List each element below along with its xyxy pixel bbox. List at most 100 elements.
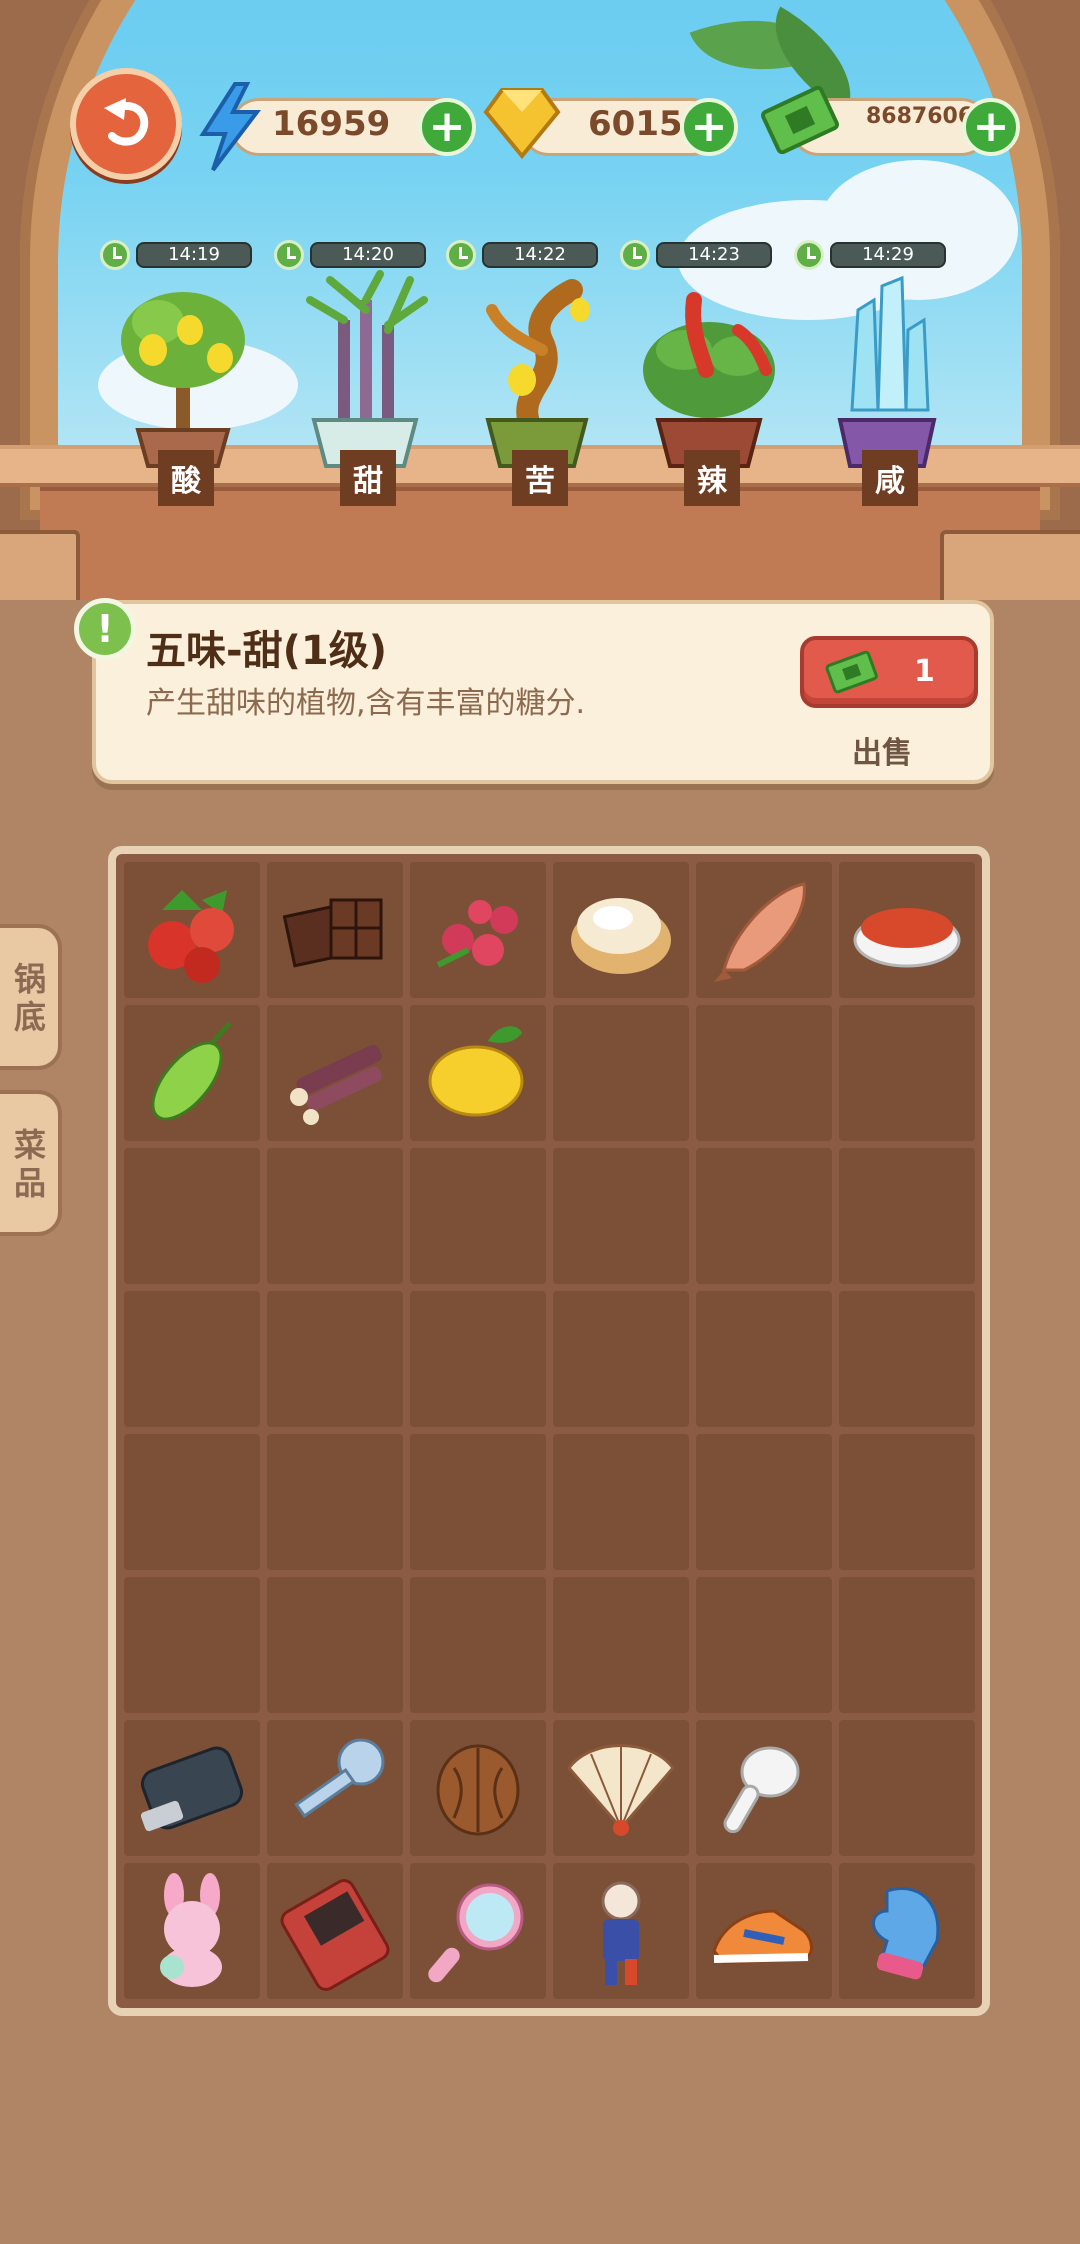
inventory-slot[interactable]: [124, 1434, 260, 1570]
plant-spicy[interactable]: 辣: [634, 270, 784, 510]
inventory-slot[interactable]: [696, 1148, 832, 1284]
plant-bitter[interactable]: 苦: [462, 270, 612, 510]
inventory-slot[interactable]: [410, 862, 546, 998]
chocolate-icon: [282, 898, 383, 968]
clock-icon: [794, 240, 824, 270]
sugarcane-icon: [290, 1044, 382, 1125]
plant-sweet[interactable]: 甜: [290, 270, 440, 510]
timer-value: 14:23: [656, 242, 772, 268]
inventory-slot[interactable]: [267, 1863, 403, 1999]
inventory-slot[interactable]: [410, 1720, 546, 1856]
inventory-slot[interactable]: [267, 1291, 403, 1427]
inventory-slot[interactable]: [553, 1148, 689, 1284]
inventory-slot[interactable]: [410, 1577, 546, 1713]
crate: [940, 530, 1080, 600]
dried-fish-icon: [714, 882, 806, 982]
inventory-slot[interactable]: [839, 862, 975, 998]
timer-value: 14:19: [136, 242, 252, 268]
timer-value: 14:22: [482, 242, 598, 268]
inventory-slot[interactable]: [696, 1863, 832, 1999]
inventory-slot[interactable]: [124, 1577, 260, 1713]
bitter-melon-icon: [151, 1021, 232, 1121]
plant-sour[interactable]: 酸: [108, 270, 258, 510]
tab-label: 品: [14, 1164, 47, 1202]
plant-salty[interactable]: 咸: [812, 270, 962, 510]
add-gems-button[interactable]: +: [680, 98, 738, 156]
chili-powder-icon: [853, 908, 961, 968]
inventory-slot[interactable]: [410, 1291, 546, 1427]
sell-button[interactable]: 1: [800, 636, 978, 708]
inventory-slot[interactable]: [267, 1005, 403, 1141]
inventory-slot[interactable]: [410, 1434, 546, 1570]
inventory-slot[interactable]: [553, 1434, 689, 1570]
inventory-slot[interactable]: [839, 1148, 975, 1284]
timer-value: 14:29: [830, 242, 946, 268]
add-cash-button[interactable]: +: [962, 98, 1020, 156]
inventory-grid: [108, 846, 990, 2016]
key-icon: [294, 1738, 385, 1819]
inventory-slot[interactable]: [267, 1148, 403, 1284]
inventory-slot[interactable]: [124, 1005, 260, 1141]
inventory-slot[interactable]: [267, 1434, 403, 1570]
cream-puff-icon: [571, 898, 671, 974]
inventory-slot[interactable]: [839, 1720, 975, 1856]
inventory-slot[interactable]: [124, 1291, 260, 1427]
car-key-fob-icon: [140, 1746, 244, 1832]
inventory-slot[interactable]: [696, 1291, 832, 1427]
handheld-game-icon: [280, 1879, 390, 1991]
tab-label: 底: [14, 998, 47, 1036]
plant-label: 咸: [862, 450, 918, 506]
inventory-slot[interactable]: [267, 1720, 403, 1856]
inventory-slot[interactable]: [553, 1720, 689, 1856]
clock-icon: [446, 240, 476, 270]
tab-pot-base[interactable]: 锅 底: [0, 924, 62, 1070]
inventory-slot[interactable]: [553, 1005, 689, 1141]
inventory-slot[interactable]: [410, 1005, 546, 1141]
exclamation-icon: !: [74, 598, 136, 660]
sell-price: 1: [914, 654, 935, 689]
inventory-slot[interactable]: [124, 1720, 260, 1856]
inventory-slot[interactable]: [839, 1005, 975, 1141]
inventory-slot[interactable]: [124, 1863, 260, 1999]
mitten-icon: [872, 1886, 940, 1980]
inventory-slot[interactable]: [553, 1863, 689, 1999]
inventory-slot[interactable]: [124, 862, 260, 998]
inventory-slot[interactable]: [839, 1863, 975, 1999]
inventory-slot[interactable]: [267, 1577, 403, 1713]
gem-icon: [483, 88, 561, 160]
inventory-slot[interactable]: [553, 862, 689, 998]
earbud-icon: [723, 1746, 800, 1834]
back-button[interactable]: [70, 68, 182, 180]
timer-value: 14:20: [310, 242, 426, 268]
plant-label: 酸: [158, 450, 214, 506]
cash-icon: [761, 85, 839, 155]
inventory-slot[interactable]: [839, 1291, 975, 1427]
bitter-tree-icon: [485, 279, 590, 468]
add-energy-button[interactable]: +: [418, 98, 476, 156]
inventory-slot[interactable]: [696, 862, 832, 998]
inventory-slot[interactable]: [410, 1863, 546, 1999]
plant-label: 甜: [340, 450, 396, 506]
inventory-slot[interactable]: [696, 1434, 832, 1570]
inventory-slot[interactable]: [553, 1577, 689, 1713]
tab-label: 锅: [14, 960, 47, 998]
energy-value: 16959: [272, 104, 391, 144]
undo-arrow-icon: [104, 98, 149, 146]
plush-bunny-icon: [160, 1873, 222, 1987]
inventory-slot[interactable]: [410, 1148, 546, 1284]
tab-dishes[interactable]: 菜 品: [0, 1090, 62, 1236]
inventory-slot[interactable]: [553, 1291, 689, 1427]
folding-fan-icon: [567, 1744, 675, 1836]
inventory-slot[interactable]: [696, 1577, 832, 1713]
clock-icon: [100, 240, 130, 270]
inventory-slot[interactable]: [839, 1577, 975, 1713]
inventory-slot[interactable]: [124, 1148, 260, 1284]
inventory-slot[interactable]: [267, 862, 403, 998]
inventory-slot[interactable]: [839, 1434, 975, 1570]
hero-figure-icon: [601, 1881, 641, 1985]
sugarcane-plant-icon: [306, 270, 428, 468]
inventory-slot[interactable]: [696, 1005, 832, 1141]
hand-mirror-icon: [428, 1883, 524, 1983]
inventory-slot[interactable]: [696, 1720, 832, 1856]
lemon-icon: [428, 1026, 524, 1117]
